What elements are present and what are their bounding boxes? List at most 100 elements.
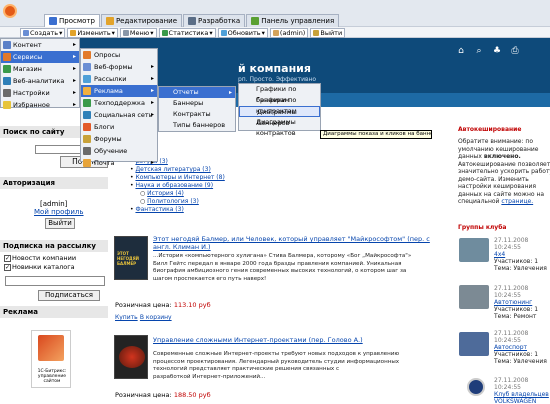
edit-button[interactable]: Изменить ▾ [67, 28, 118, 38]
description-line: ...История «компьютерного хулигана» Стив… [153, 253, 412, 259]
print-icon[interactable]: ⎙ [509, 46, 521, 56]
category-link[interactable]: Наука и образование (9) [135, 182, 213, 189]
analytics-icon [3, 77, 11, 85]
menu-item-label: Почта [94, 159, 115, 167]
chart-icon [161, 30, 168, 36]
menu-item-label: Веб-аналитика [13, 77, 65, 85]
menu-tooltip: Диаграммы показа и кликов на баннеры [320, 130, 432, 139]
button-label: Меню [129, 28, 150, 37]
menu-item-webforms[interactable]: Веб-формы ▸ [81, 61, 157, 73]
cache-line: данных на сайте можно на [458, 190, 545, 198]
menu-item-contract-graphs[interactable]: Графики по контрактам [239, 95, 320, 115]
menu-item-reports[interactable]: Отчеты ▸ [159, 87, 235, 98]
group-thumbnail[interactable] [459, 332, 489, 356]
cache-settings-link[interactable]: странице. [501, 198, 533, 205]
group-link[interactable]: Клуб владельцев VOLKSWAGEN [494, 391, 550, 404]
description-line: разработкой Интернет-приложений... [153, 373, 266, 380]
menu-item-advertising[interactable]: Реклама ▸ [81, 85, 157, 97]
subscription-checkbox[interactable]: ✓ [4, 255, 11, 262]
group-link[interactable]: 4x4 [494, 251, 550, 258]
sitemap-icon[interactable]: ♣ [491, 46, 503, 56]
tab-view[interactable]: Просмотр [44, 14, 100, 27]
group-date: 27.11.2008 10:24:55 [494, 330, 529, 344]
menu-item-support[interactable]: Техподдержка ▸ [81, 97, 157, 109]
group-link[interactable]: Автоспорт [494, 344, 550, 351]
category-link[interactable]: Компьютеры и Интернет (8) [135, 174, 224, 181]
group-thumbnail[interactable] [459, 238, 489, 262]
description-line: Современные сложные Интернет-проекты тре… [153, 351, 400, 357]
tab-control-panel[interactable]: Панель управления [246, 14, 340, 27]
ad-banner[interactable]: 1С-Битрикс: управление сайтом [31, 330, 71, 388]
menu-item-banners[interactable]: Баннеры [159, 98, 235, 109]
menu-item-blogs[interactable]: Блоги [81, 121, 157, 133]
menu-item-banner-types[interactable]: Типы баннеров [159, 120, 235, 131]
menu-item-analytics[interactable]: Веб-аналитика ▸ [1, 75, 79, 87]
menu-item-contracts[interactable]: Контракты [159, 109, 235, 120]
group-thumbnail[interactable] [459, 285, 489, 309]
search-input[interactable] [35, 145, 81, 154]
subcategory-link[interactable]: Политология (3) [147, 198, 199, 205]
menu-button[interactable]: Меню ▾ [119, 28, 157, 38]
menu-item-banner-graphs[interactable]: Графики по баннерам [239, 84, 320, 104]
menu-item-settings[interactable]: Настройки ▸ [1, 87, 79, 99]
book-title-link[interactable]: Управление сложными Интернет-проектами (… [153, 336, 436, 344]
group-date: 27.11.2008 10:24:55 [494, 237, 529, 251]
book-title-link[interactable]: Этот негодяй Балмер, или Человек, которы… [153, 235, 436, 251]
menu-item-banner-diagrams[interactable]: Диаграммы баннеров [239, 106, 320, 127]
book-cover[interactable] [114, 335, 148, 379]
cache-text-part: данных [458, 153, 482, 160]
menu-item-learning[interactable]: Обучение [81, 145, 157, 157]
profile-link[interactable]: Мой профиль [34, 208, 84, 216]
pencil-icon [70, 30, 77, 36]
logout-button[interactable]: Выйти [45, 218, 75, 229]
menu-item-label: Магазин [13, 65, 42, 73]
menu-item-contract-diagrams[interactable]: Диаграммы контрактов [239, 117, 320, 137]
buy-link[interactable]: Купить [115, 314, 138, 321]
statistics-button[interactable]: Статистика ▾ [158, 28, 216, 38]
book-actions: Купить В корзину [115, 313, 172, 321]
user-button[interactable]: (admin) [269, 28, 309, 38]
menu-item-label: Обучение [94, 147, 128, 155]
logout-toolbar-button[interactable]: Выйти [310, 28, 346, 38]
menu-item-label: Настройки [13, 89, 50, 97]
price-label: Розничная цена: [115, 301, 172, 309]
group-link[interactable]: Автотюнинг [494, 299, 550, 306]
menu-item-shop[interactable]: Магазин ▸ [1, 63, 79, 75]
chevron-right-icon: ▸ [150, 63, 154, 70]
group-topic: Тема: Увлечения [494, 358, 547, 365]
menu-item-mailing[interactable]: Рассылки ▸ [81, 73, 157, 85]
menu-item-content[interactable]: Контент ▸ [1, 39, 79, 51]
subscription-checkbox[interactable]: ✓ [4, 264, 11, 271]
book-cover[interactable]: ЭТОТ НЕГОДЯЙ БАЛМЕР [114, 236, 148, 280]
add-to-cart-link[interactable]: В корзину [140, 314, 172, 321]
button-label: Статистика [168, 28, 209, 37]
vw-logo-icon[interactable] [467, 378, 485, 396]
view-icon [49, 17, 57, 25]
bitrix-logo-icon[interactable] [3, 4, 17, 18]
create-button[interactable]: Создать ▾ [20, 28, 66, 38]
tab-edit[interactable]: Редактирование [100, 14, 183, 27]
cache-line: данных включено. [458, 153, 550, 161]
home-icon[interactable]: ⌂ [455, 46, 467, 56]
search-icon[interactable]: ⌕ [473, 46, 485, 56]
book-description: ...История «компьютерного хулигана» Стив… [153, 253, 441, 283]
tab-develop[interactable]: Разработка [183, 14, 246, 27]
menu-item-label: Сервисы [13, 53, 43, 61]
menu-item-polls[interactable]: Опросы [81, 49, 157, 61]
menu-item-social[interactable]: Социальная сеть ▸ [81, 109, 157, 121]
subscribe-email-input[interactable] [5, 276, 105, 286]
subscription-label: Новинки каталога [12, 263, 75, 271]
refresh-button[interactable]: Обновить ▾ [217, 28, 268, 38]
subscribe-button[interactable]: Подписаться [38, 290, 100, 301]
group-item: 27.11.2008 10:24:55 Автотюнинг Участнико… [494, 285, 550, 320]
menu-item-services[interactable]: Сервисы ▸ [1, 51, 79, 63]
book-cover-title: ЭТОТ НЕГОДЯЙ БАЛМЕР [117, 251, 140, 266]
category-link[interactable]: Фантастика (3) [135, 206, 183, 213]
menu-item-forums[interactable]: Форумы [81, 133, 157, 145]
ad-section-title: Реклама [0, 306, 108, 318]
subcategory-link[interactable]: История (4) [147, 190, 184, 197]
menu-item-mail[interactable]: Почта ▸ [81, 157, 157, 169]
menu-item-favorites[interactable]: Избранное ▸ [1, 99, 79, 111]
tab-label: Панель управления [261, 17, 335, 25]
subscribe-section-title: Подписка на рассылку [0, 240, 108, 252]
